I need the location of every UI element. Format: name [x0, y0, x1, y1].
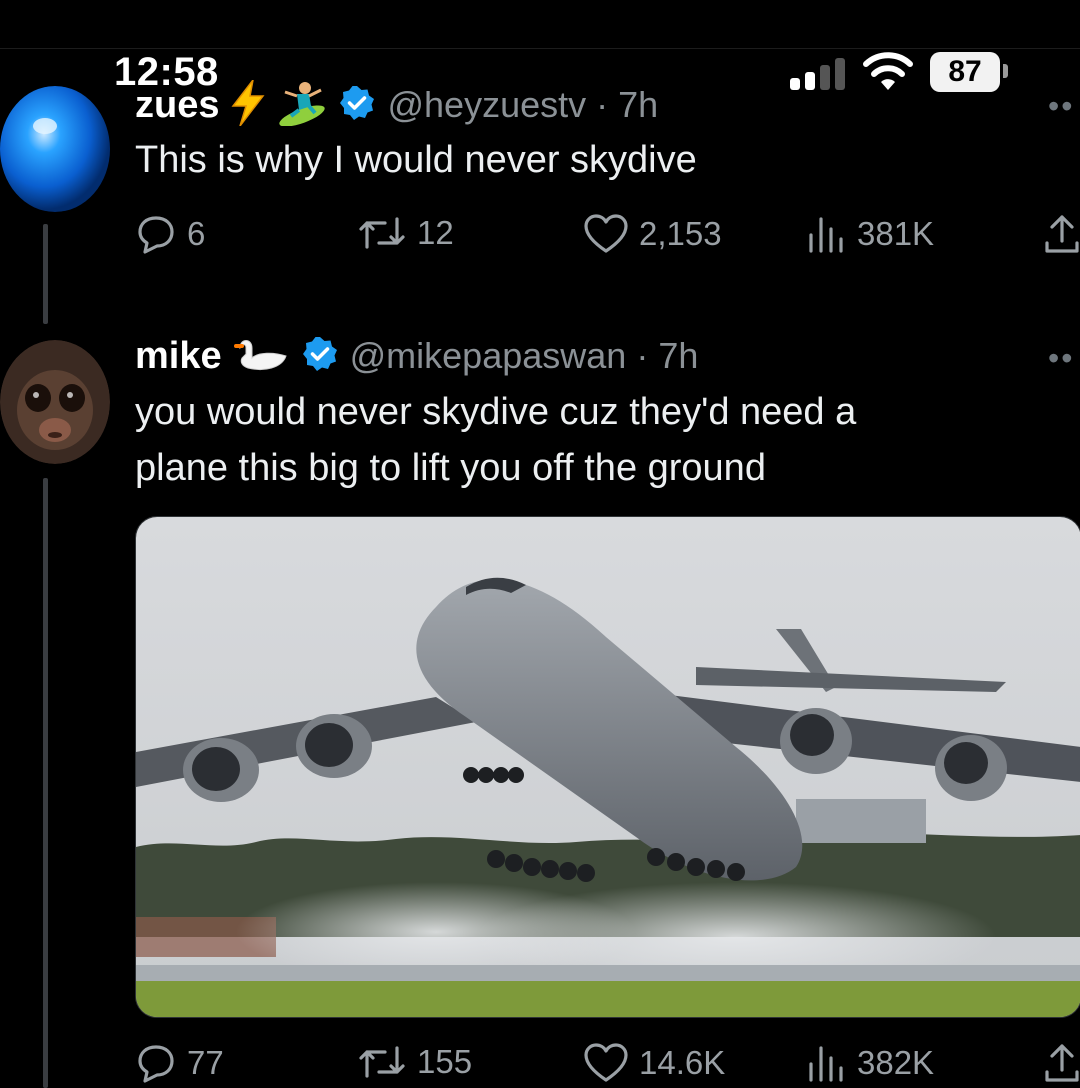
more-options-icon[interactable]: •• — [1048, 88, 1074, 125]
share-icon — [1045, 215, 1079, 253]
views-icon — [809, 217, 843, 253]
heart-icon — [584, 214, 628, 253]
display-name[interactable]: zues — [135, 84, 219, 127]
repost-icon — [359, 1046, 405, 1078]
tweet-media-image[interactable] — [135, 516, 1080, 1018]
tweet-text-line: plane this big to lift you off the groun… — [135, 447, 766, 489]
battery-nub — [1003, 64, 1008, 78]
lightning-icon — [231, 79, 266, 131]
like-button[interactable]: 14.6K — [583, 1042, 725, 1084]
share-button[interactable] — [1043, 213, 1080, 255]
handle[interactable]: @heyzuestv · 7h — [387, 84, 658, 126]
cellular-signal-icon — [790, 58, 846, 90]
like-button[interactable]: 2,153 — [583, 213, 722, 255]
tweet-actions-mike: 77 155 14.6K 382K — [135, 1042, 1080, 1086]
reply-count: 6 — [187, 215, 206, 252]
repost-button[interactable]: 12 — [357, 213, 454, 253]
reply-icon — [138, 1045, 174, 1083]
reply-button[interactable]: 6 — [135, 213, 205, 255]
views-button[interactable]: 381K — [805, 213, 934, 255]
share-button[interactable] — [1043, 1042, 1080, 1084]
repost-count: 12 — [417, 214, 454, 251]
avatar-mike[interactable] — [0, 340, 110, 464]
tweet-text: This is why I would never skydive — [135, 139, 697, 181]
display-name[interactable]: mike — [135, 335, 222, 378]
timestamp: 7h — [618, 84, 659, 125]
verified-badge-icon — [339, 85, 375, 126]
thread-connector-line-lower — [43, 478, 48, 1088]
repost-icon — [359, 217, 405, 249]
views-button[interactable]: 382K — [805, 1042, 934, 1084]
like-count: 14.6K — [639, 1044, 726, 1081]
more-options-icon[interactable]: •• — [1048, 340, 1074, 377]
repost-button[interactable]: 155 — [357, 1042, 472, 1082]
avatar-zues[interactable] — [0, 86, 110, 212]
wifi-icon — [862, 52, 914, 97]
tweet-header-zues: zues @heyzuestv · 7h — [135, 79, 658, 131]
view-count: 381K — [857, 215, 935, 252]
swan-icon — [233, 334, 290, 379]
tweet-actions-zues: 6 12 2,153 381K — [135, 213, 1080, 257]
tweet-text-line: you would never skydive cuz they'd need … — [135, 391, 857, 433]
timestamp: 7h — [658, 335, 699, 376]
reply-count: 77 — [187, 1044, 224, 1081]
tweet-header-mike: mike @mikepapaswan · 7h — [135, 330, 698, 382]
thread-connector-line — [43, 224, 48, 324]
like-count: 2,153 — [639, 215, 722, 252]
reply-icon — [138, 216, 174, 254]
views-icon — [809, 1046, 843, 1082]
top-divider — [0, 48, 1080, 49]
verified-badge-icon — [302, 336, 338, 377]
tweet-text: you would never skydive cuz they'd need … — [135, 384, 1035, 496]
heart-icon — [584, 1043, 628, 1082]
view-count: 382K — [857, 1044, 935, 1081]
repost-count: 155 — [417, 1043, 473, 1080]
battery-level: 87 — [930, 52, 1000, 92]
share-icon — [1045, 1044, 1079, 1082]
cargo-plane-takeoff-photo — [136, 517, 1080, 1017]
handle[interactable]: @mikepapaswan · 7h — [350, 335, 699, 377]
reply-button[interactable]: 77 — [135, 1042, 224, 1084]
surfer-icon — [277, 80, 327, 131]
